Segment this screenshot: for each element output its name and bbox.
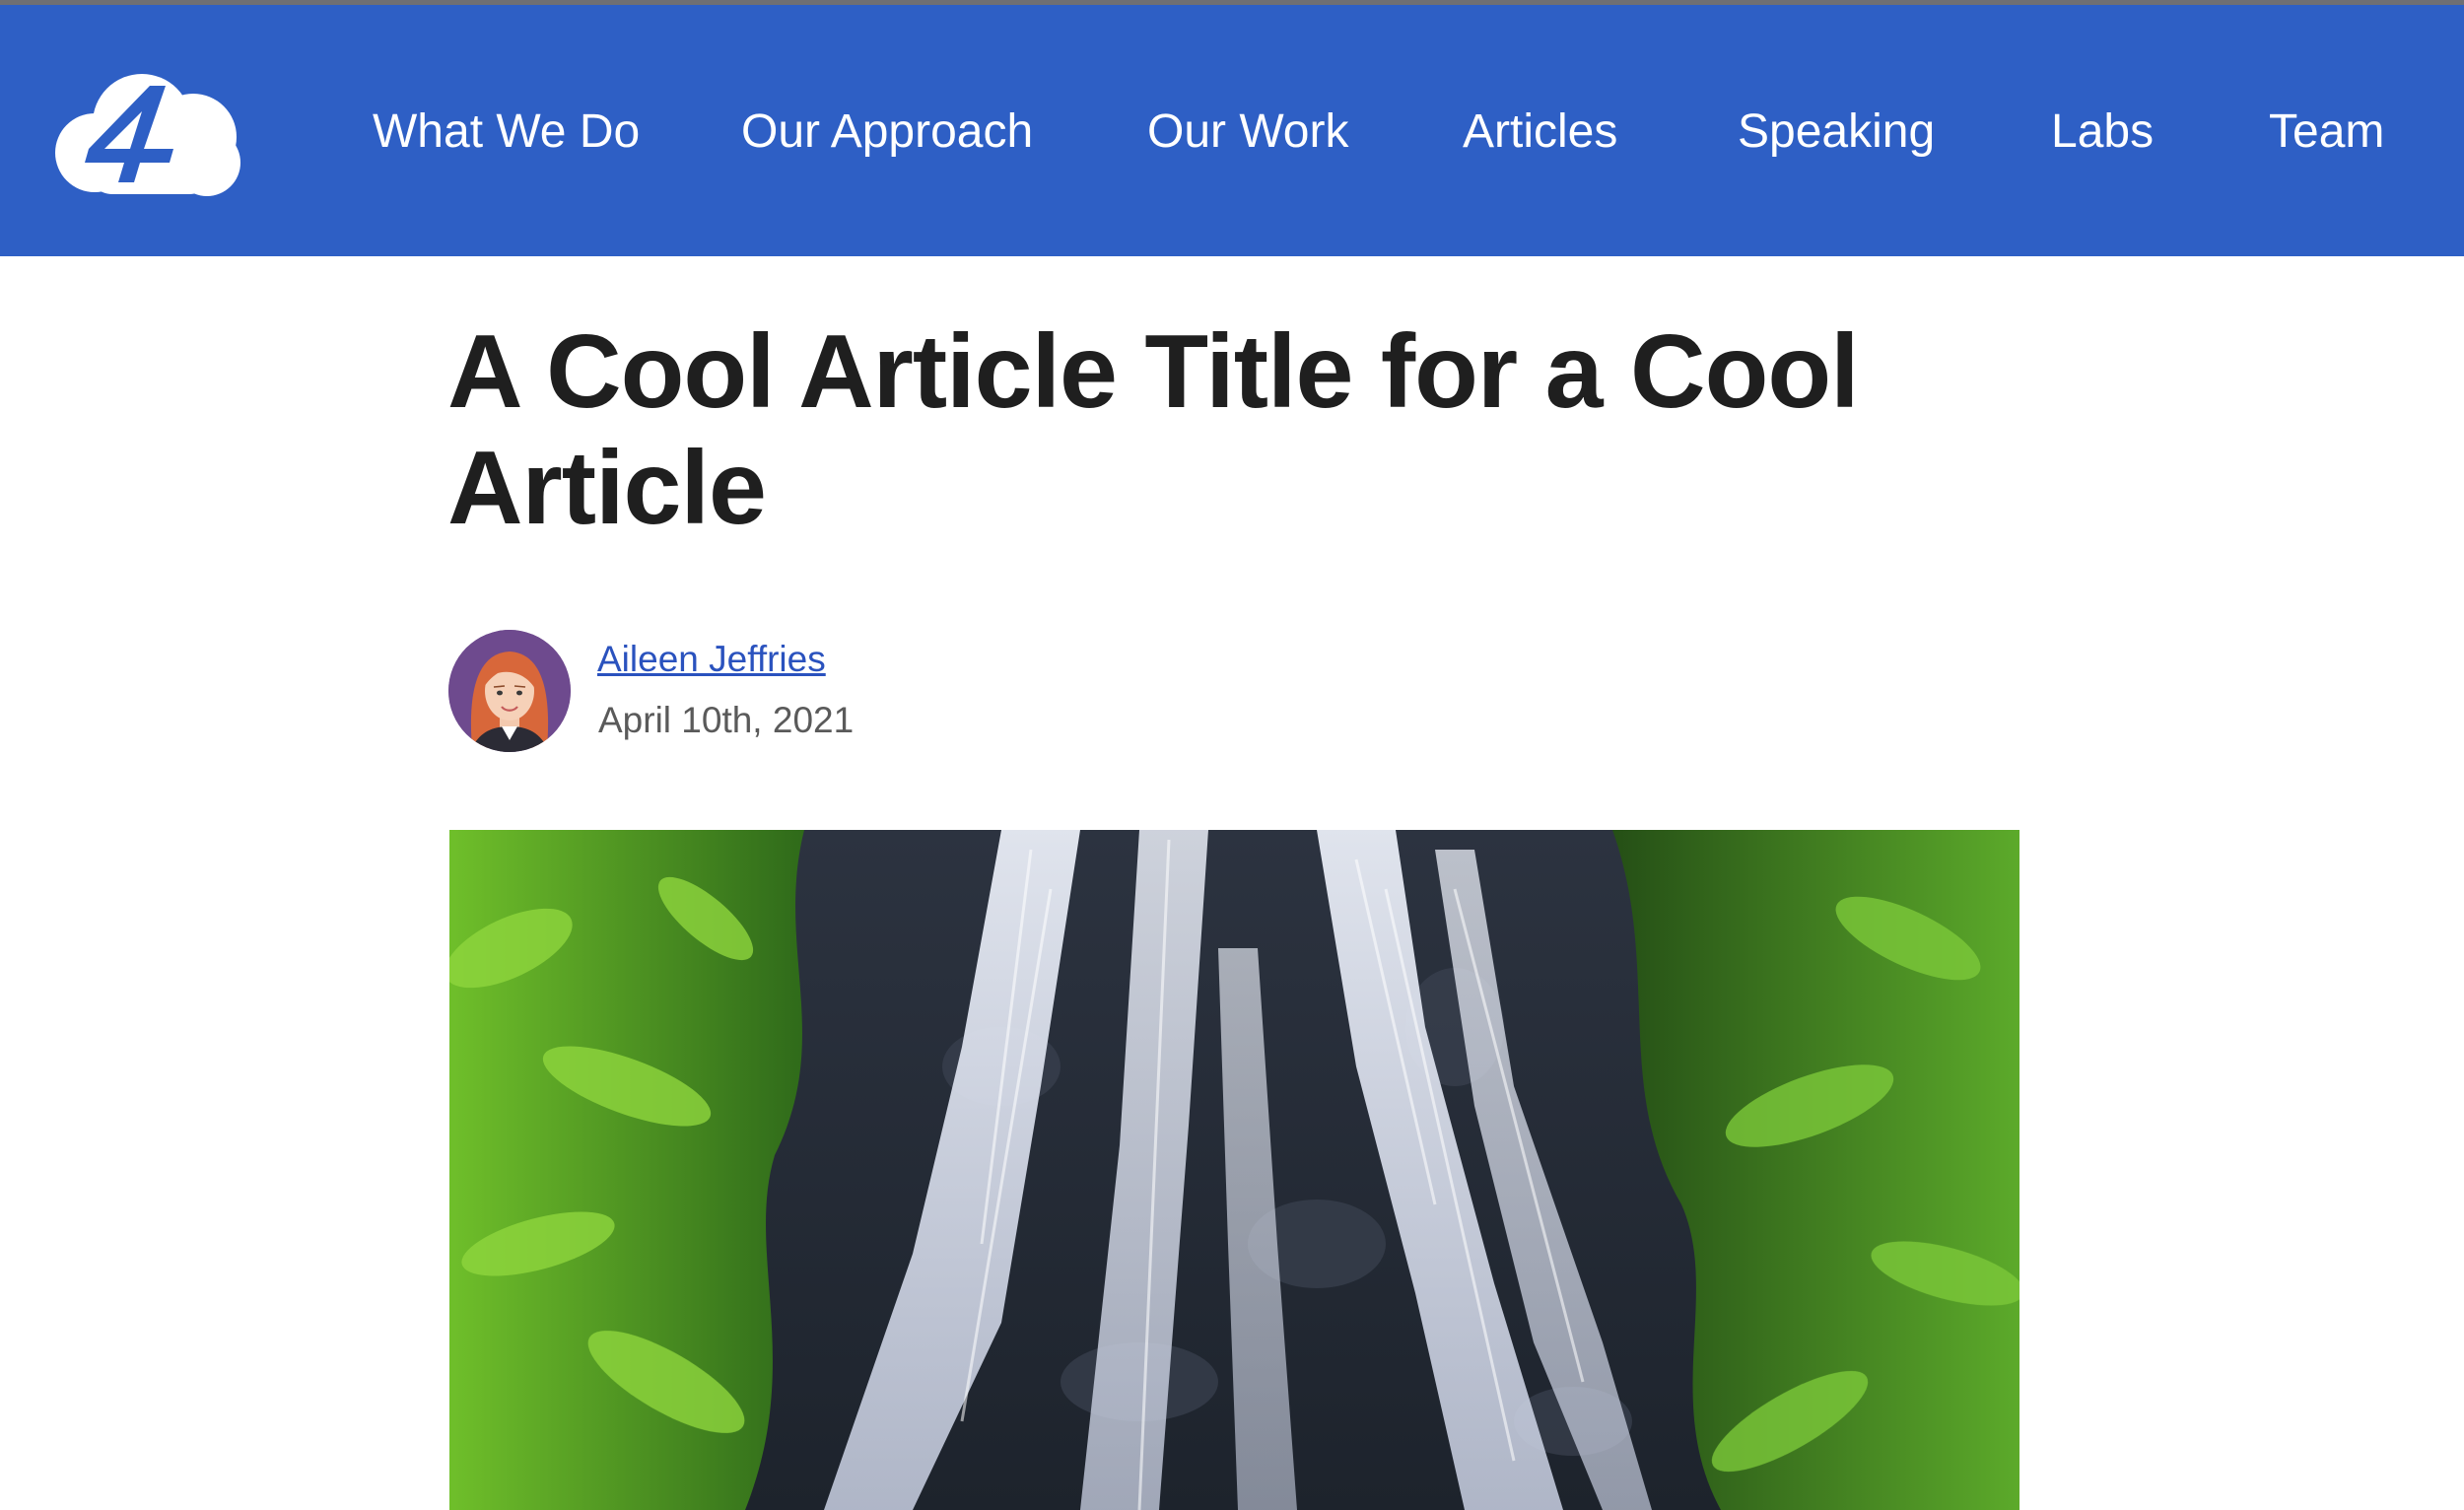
nav-our-approach[interactable]: Our Approach bbox=[741, 100, 1033, 165]
page: What We Do Our Approach Our Work Article… bbox=[0, 0, 2464, 1510]
four-cloud-logo-icon[interactable] bbox=[47, 66, 244, 200]
nav-labs[interactable]: Labs bbox=[2051, 100, 2154, 165]
nav-team[interactable]: Team bbox=[2269, 100, 2384, 165]
waterfall-image-icon bbox=[449, 830, 2019, 1510]
site-header: What We Do Our Approach Our Work Article… bbox=[0, 5, 2464, 256]
nav-speaking[interactable]: Speaking bbox=[1738, 100, 1935, 165]
nav-articles[interactable]: Articles bbox=[1463, 100, 1617, 165]
nav-our-work[interactable]: Our Work bbox=[1147, 100, 1348, 165]
publish-date: April 10th, 2021 bbox=[598, 700, 855, 740]
author-link[interactable]: Aileen Jeffries bbox=[597, 634, 826, 685]
main-nav: What We Do Our Approach Our Work Article… bbox=[0, 5, 2464, 256]
nav-what-we-do[interactable]: What We Do bbox=[373, 100, 640, 165]
author-avatar-icon bbox=[448, 630, 571, 752]
article-title: A Cool Article Title for a Cool Article bbox=[447, 313, 1860, 546]
